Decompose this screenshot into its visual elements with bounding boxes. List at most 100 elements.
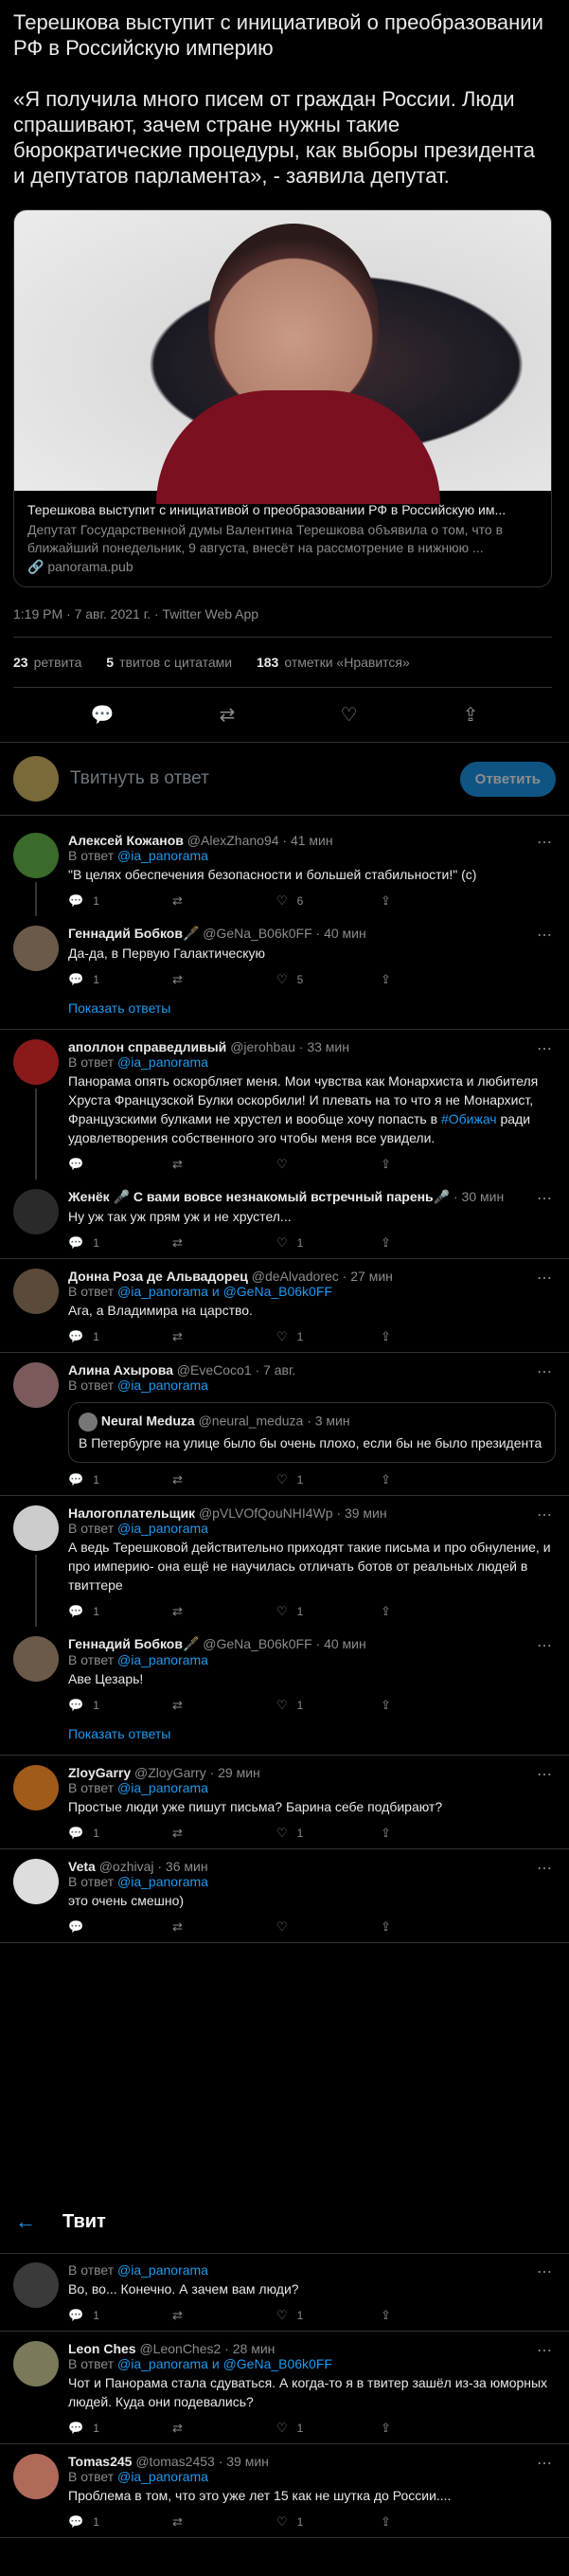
avatar[interactable]: [13, 2341, 59, 2387]
link-card[interactable]: Терешкова выступит с инициативой о преоб…: [13, 209, 552, 587]
reply-icon[interactable]: 💬: [91, 703, 115, 727]
reply-action[interactable]: 💬 1: [68, 1472, 172, 1487]
share-icon[interactable]: ⇪: [381, 1919, 391, 1934]
share-icon[interactable]: ⇪: [381, 2308, 391, 2322]
like-action[interactable]: ♡ 1: [276, 1604, 381, 1619]
reply-icon[interactable]: 💬: [68, 1698, 83, 1712]
share-action[interactable]: ⇪: [381, 2514, 485, 2530]
mention-link[interactable]: @ia_panorama: [117, 1054, 208, 1070]
author-name[interactable]: Tomas245: [68, 2454, 132, 2469]
author-name[interactable]: Донна Роза де Альвадорец: [68, 1269, 248, 1284]
retweet-action[interactable]: ⇄: [172, 972, 276, 987]
like-icon[interactable]: ♡: [276, 893, 288, 908]
reply-tweet[interactable]: ⋯ Налогоплательщик @pVLVOfQouNHI4Wp · 39 …: [0, 1496, 569, 1627]
retweet-icon[interactable]: ⇄: [172, 972, 183, 986]
share-icon[interactable]: ⇪: [381, 893, 391, 908]
likes-stat[interactable]: 183 отметки «Нравится»: [257, 655, 410, 670]
reply-action[interactable]: 💬 1: [68, 2514, 172, 2530]
retweet-icon[interactable]: ⇄: [172, 2421, 183, 2435]
reply-tweet[interactable]: ⋯ Алексей Кожанов @AlexZhano94 · 41 мин В …: [0, 823, 569, 916]
like-action[interactable]: ♡ 1: [276, 2514, 381, 2530]
like-icon[interactable]: ♡: [276, 1698, 288, 1712]
like-action[interactable]: ♡ 1: [276, 1329, 381, 1344]
retweet-icon[interactable]: ⇄: [172, 1472, 183, 1486]
reply-tweet[interactable]: ⋯ аполлон справедливый @jerohbau · 33 мин…: [0, 1030, 569, 1180]
like-action[interactable]: ♡: [276, 1157, 381, 1172]
share-icon[interactable]: ⇪: [381, 2514, 391, 2529]
retweet-action[interactable]: ⇄: [172, 1157, 276, 1172]
reply-action[interactable]: 💬 1: [68, 1698, 172, 1713]
quotes-stat[interactable]: 5 твитов с цитатами: [106, 655, 232, 670]
like-action[interactable]: ♡ 6: [276, 893, 381, 909]
share-icon[interactable]: ⇪: [381, 1604, 391, 1618]
reply-action[interactable]: 💬 1: [68, 893, 172, 909]
share-action[interactable]: ⇪: [381, 972, 485, 987]
retweet-icon[interactable]: ⇄: [172, 1329, 183, 1343]
reply-tweet[interactable]: ⋯ Tomas245 @tomas2453 · 39 мин В ответ @ia…: [0, 2444, 569, 2537]
reply-icon[interactable]: 💬: [68, 2308, 83, 2322]
reply-action[interactable]: 💬 1: [68, 1235, 172, 1251]
reply-icon[interactable]: 💬: [68, 1235, 83, 1250]
like-icon[interactable]: ♡: [276, 1329, 288, 1343]
reply-action[interactable]: 💬 1: [68, 972, 172, 987]
reply-action[interactable]: 💬 1: [68, 1604, 172, 1619]
share-action[interactable]: ⇪: [381, 1919, 485, 1935]
avatar[interactable]: [13, 1039, 59, 1085]
author-name[interactable]: аполлон справедливый: [68, 1039, 226, 1054]
retweet-action[interactable]: ⇄: [172, 2308, 276, 2323]
mention-link[interactable]: @ia_panorama и @GeNa_B06k0FF: [117, 2356, 332, 2371]
reply-icon[interactable]: 💬: [68, 1472, 83, 1486]
author-name[interactable]: Veta: [68, 1859, 96, 1874]
like-icon[interactable]: ♡: [276, 1472, 288, 1486]
share-action[interactable]: ⇪: [381, 1472, 485, 1487]
avatar[interactable]: [13, 2454, 59, 2499]
retweet-icon[interactable]: ⇄: [220, 703, 236, 727]
retweet-action[interactable]: ⇄: [172, 1329, 276, 1344]
more-icon[interactable]: ⋯: [537, 1362, 552, 1381]
share-icon[interactable]: ⇪: [381, 1157, 391, 1171]
show-replies-link[interactable]: Показать ответы: [0, 1720, 569, 1756]
retweet-icon[interactable]: ⇄: [172, 1157, 183, 1171]
retweet-icon[interactable]: ⇄: [172, 1235, 183, 1250]
reply-action[interactable]: 💬 1: [68, 2308, 172, 2323]
share-action[interactable]: ⇪: [381, 1698, 485, 1713]
share-action[interactable]: ⇪: [381, 1826, 485, 1841]
share-action[interactable]: ⇪: [381, 893, 485, 909]
mention-link[interactable]: @ia_panorama: [117, 1652, 208, 1667]
share-icon[interactable]: ⇪: [381, 2421, 391, 2435]
more-icon[interactable]: ⋯: [537, 926, 552, 945]
share-action[interactable]: ⇪: [381, 2421, 485, 2436]
more-icon[interactable]: ⋯: [537, 1039, 552, 1058]
share-action[interactable]: ⇪: [381, 1329, 485, 1344]
like-icon[interactable]: ♡: [276, 1826, 288, 1840]
like-icon[interactable]: ♡: [276, 1604, 288, 1618]
retweet-action[interactable]: ⇄: [172, 2421, 276, 2436]
avatar[interactable]: [13, 1505, 59, 1551]
reply-tweet[interactable]: ⋯ Донна Роза де Альвадорец @deAlvadorec ·…: [0, 1259, 569, 1352]
reply-tweet[interactable]: ⋯ Veta @ozhivaj · 36 мин В ответ @ia_panor…: [0, 1849, 569, 1942]
avatar[interactable]: [13, 2262, 59, 2308]
quoted-tweet[interactable]: Neural Meduza @neural_meduza · 3 мин В Пе…: [68, 1402, 556, 1463]
retweet-action[interactable]: ⇄: [172, 1604, 276, 1619]
author-name[interactable]: Геннадий Бобков🖋️: [68, 926, 199, 941]
reply-button[interactable]: Ответить: [459, 761, 556, 797]
more-icon[interactable]: ⋯: [537, 1189, 552, 1208]
more-icon[interactable]: ⋯: [537, 1636, 552, 1655]
reply-icon[interactable]: 💬: [68, 2514, 83, 2529]
author-name[interactable]: Геннадий Бобков🖋️: [68, 1636, 199, 1651]
reply-tweet[interactable]: ⋯ Женёк 🎤 С вами вовсе незнакомый встречн…: [0, 1180, 569, 1258]
like-icon[interactable]: ♡: [276, 2514, 288, 2529]
avatar[interactable]: [13, 1189, 59, 1234]
share-icon[interactable]: ⇪: [463, 703, 479, 727]
like-action[interactable]: ♡ 1: [276, 1235, 381, 1251]
like-action[interactable]: ♡: [276, 1919, 381, 1935]
reply-icon[interactable]: 💬: [68, 1157, 83, 1171]
retweet-icon[interactable]: ⇄: [172, 893, 183, 908]
reply-input[interactable]: Твитнуть в ответ: [70, 768, 460, 789]
mention-link[interactable]: @ia_panorama: [117, 1780, 208, 1795]
retweet-icon[interactable]: ⇄: [172, 2308, 183, 2322]
avatar[interactable]: [13, 833, 59, 878]
mention-link[interactable]: @ia_panorama: [117, 2469, 208, 2484]
retweet-action[interactable]: ⇄: [172, 1698, 276, 1713]
like-action[interactable]: ♡ 1: [276, 1826, 381, 1841]
